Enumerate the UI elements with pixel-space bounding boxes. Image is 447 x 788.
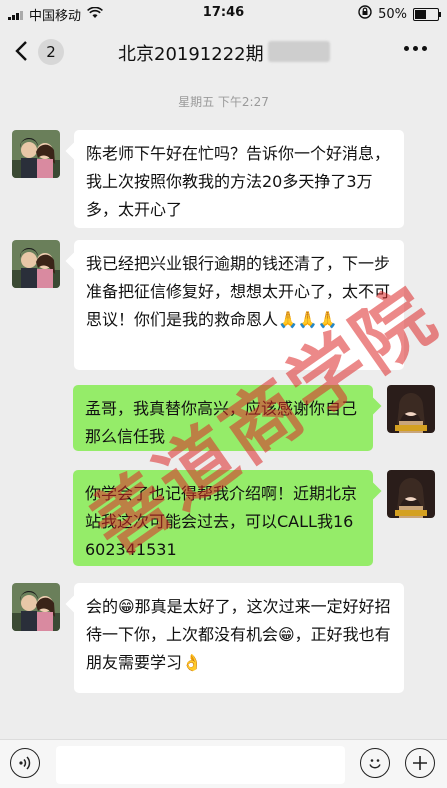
- battery-percent: 50%: [378, 6, 407, 22]
- status-bar: 中国移动 17:46 50%: [0, 0, 447, 26]
- avatar-self[interactable]: [387, 470, 435, 518]
- status-right: 50%: [358, 5, 441, 23]
- emoji-icon[interactable]: [360, 748, 390, 778]
- battery-icon: [413, 7, 441, 21]
- more-options-icon[interactable]: [404, 46, 427, 51]
- input-bar: [0, 739, 447, 788]
- chat-title: 北京20191222期: [118, 44, 264, 65]
- avatar-contact[interactable]: [12, 130, 60, 178]
- avatar-contact[interactable]: [12, 583, 60, 631]
- avatar-contact[interactable]: [12, 240, 60, 288]
- avatar-self[interactable]: [387, 385, 435, 433]
- plus-icon[interactable]: [405, 748, 435, 778]
- unread-count-badge[interactable]: 2: [38, 39, 64, 65]
- orientation-lock-icon: [358, 5, 372, 23]
- nav-bar: 2 北京20191222期: [0, 26, 447, 78]
- message-bubble-incoming[interactable]: 会的😁那真是太好了，这次过来一定好好招待一下你，上次都没有机会😁，正好我也有朋友…: [74, 583, 404, 693]
- redaction-blur: [268, 41, 330, 62]
- message-bubble-incoming[interactable]: 陈老师下午好在忙吗？告诉你一个好消息，我上次按照你教我的方法20多天挣了3万多，…: [74, 130, 404, 228]
- message-input[interactable]: [56, 746, 345, 784]
- back-icon[interactable]: [14, 40, 28, 67]
- message-timestamp: 星期五 下午2:27: [178, 95, 269, 109]
- voice-input-icon[interactable]: [10, 748, 40, 778]
